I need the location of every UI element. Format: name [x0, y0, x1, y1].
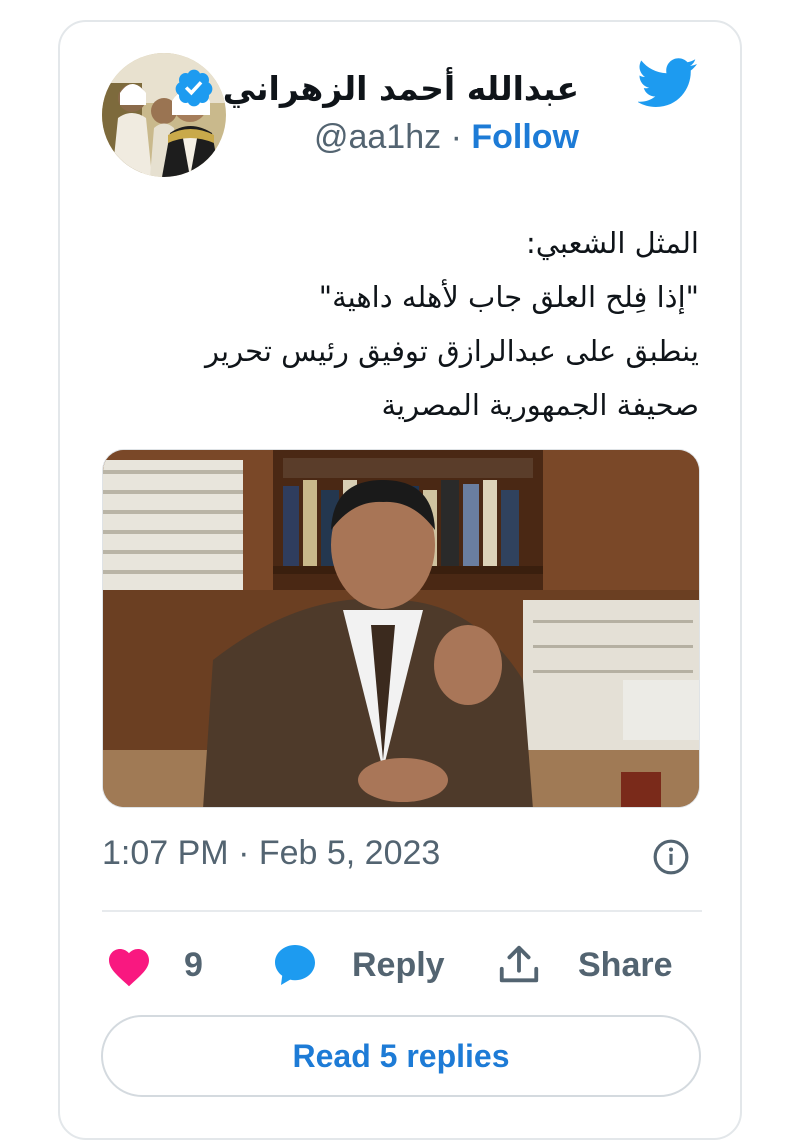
reply-button[interactable]: Reply	[270, 935, 445, 995]
display-name-row: عبدالله أحمد الزهراني	[173, 60, 579, 116]
handle-row: @aa1hz · Follow	[314, 118, 579, 157]
read-replies-button[interactable]: Read 5 replies	[101, 1015, 701, 1097]
like-count: 9	[184, 945, 203, 984]
like-button[interactable]: 9	[104, 935, 203, 995]
tweet-text-line: المثل الشعبي:	[525, 226, 699, 260]
share-button[interactable]: Share	[496, 935, 673, 995]
share-label: Share	[578, 945, 673, 984]
handle[interactable]: @aa1hz	[314, 118, 441, 156]
photo-image	[103, 450, 699, 807]
timestamp[interactable]: 1:07 PM · Feb 5, 2023	[102, 834, 440, 873]
tweet-text-line: "إذا فِلح العلق جاب لأهله داهية"	[318, 280, 699, 314]
info-icon[interactable]	[652, 838, 690, 876]
twitter-bird-icon[interactable]	[638, 58, 698, 108]
follow-button[interactable]: Follow	[471, 118, 579, 156]
verified-badge-icon	[175, 69, 213, 107]
tweet-text: المثل الشعبي: "إذا فِلح العلق جاب لأهله …	[99, 216, 699, 432]
tweet-text-line: صحيفة الجمهورية المصرية	[381, 388, 699, 422]
speech-bubble-icon	[275, 945, 315, 985]
heart-icon	[109, 949, 149, 987]
action-bar: 9 Reply Share	[102, 935, 702, 995]
separator-dot: ·	[450, 118, 462, 156]
share-upload-icon	[499, 945, 539, 983]
tweet-text-line: ينطبق على عبدالرازق توفيق رئيس تحرير	[205, 334, 699, 368]
divider	[102, 910, 702, 912]
reply-label: Reply	[352, 945, 445, 984]
tweet-photo[interactable]	[102, 449, 700, 808]
tweet-header: عبدالله أحمد الزهراني @aa1hz · Follow	[173, 60, 579, 156]
display-name[interactable]: عبدالله أحمد الزهراني	[223, 69, 579, 108]
